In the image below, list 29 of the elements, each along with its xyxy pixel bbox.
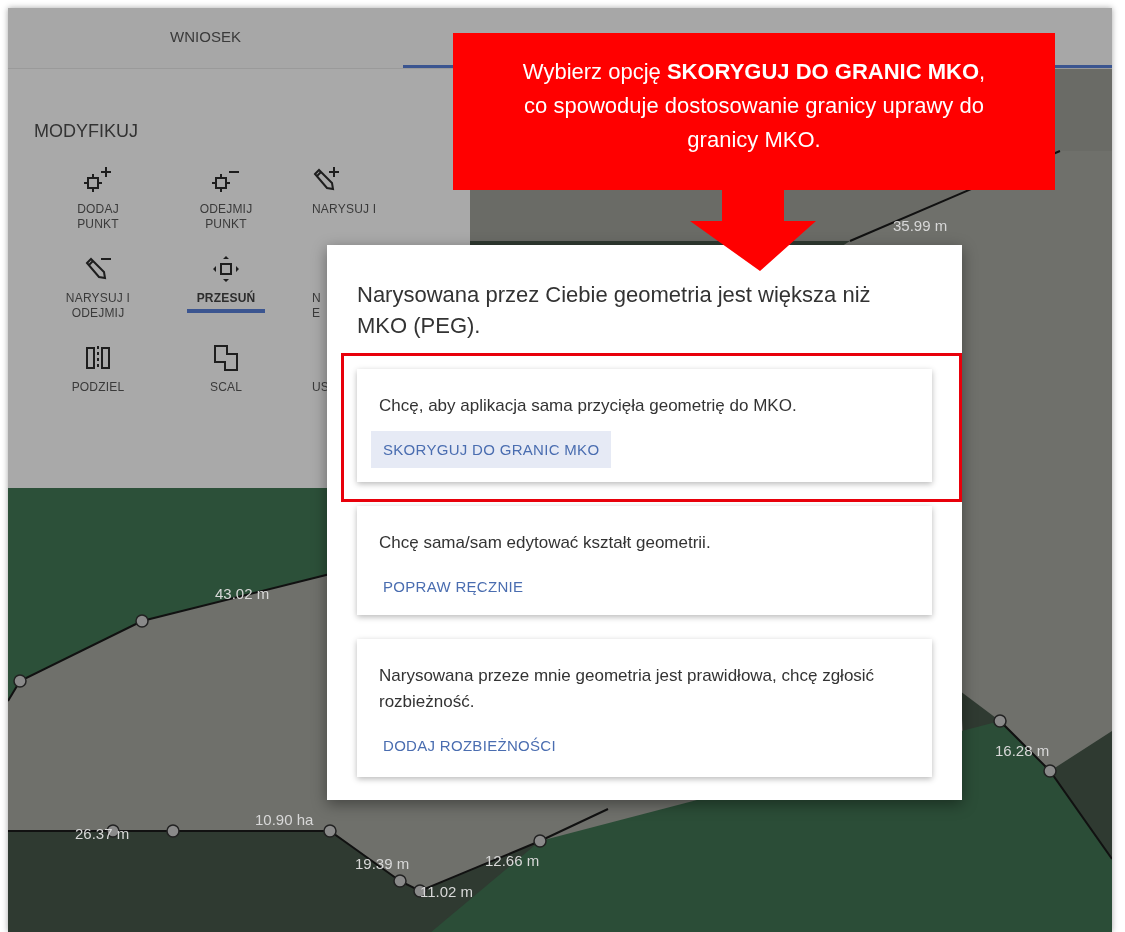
tool-button[interactable]: N E — [312, 291, 321, 328]
split-icon — [84, 344, 112, 372]
action-button[interactable]: DODAJ ROZBIEŻNOŚCI — [371, 727, 568, 764]
tool-button[interactable]: SCAL — [209, 380, 243, 402]
map-measurement-label: 43.02 m — [215, 585, 270, 602]
option-text: Chcę, aby aplikacja sama przycięła geometrię do MKO. — [379, 395, 798, 417]
map-measurement-label: 10.90 ha — [255, 811, 314, 828]
dialog-title: Narysowana przez Ciebie geometria jest większa niż MKO (PEG). — [357, 281, 872, 340]
merge-icon — [212, 344, 240, 372]
tool-button[interactable]: PODZIEL — [71, 380, 125, 402]
map-measurement-label: 19.39 m — [355, 855, 410, 872]
callout-text: Wybierz opcję SKORYGUJ DO GRANIC MKO, co spowoduje dostosowanie granicy uprawy do granicy MKO. — [521, 57, 987, 154]
action-button[interactable]: POPRAW RĘCZNIE — [371, 568, 536, 605]
map-measurement-label: 11.02 m — [420, 883, 474, 900]
action-button[interactable]: SKORYGUJ DO GRANIC MKO — [371, 431, 612, 468]
tool-button[interactable]: NARYSUJ I — [312, 202, 377, 224]
map-measurement-label: 26.37 m — [75, 825, 130, 842]
tool-button[interactable]: ODEJMIJ PUNKT — [199, 202, 253, 239]
option-text: Narysowana przeze mnie geometria jest prawidłowa, chcę zgłosić rozbieżność. — [379, 665, 876, 713]
map-measurement-label: 12.66 m — [485, 852, 540, 869]
add-point-icon — [84, 166, 112, 194]
tool-button[interactable]: PRZESUŃ — [187, 291, 265, 313]
map-measurement-label: 16.28 m — [995, 742, 1050, 759]
move-icon — [212, 255, 240, 283]
option-text: Chcę sama/sam edytować kształt geometrii. — [379, 532, 712, 554]
tool-button[interactable]: NARYSUJ I ODEJMIJ — [65, 291, 131, 328]
panel-title: MODYFIKUJ — [34, 121, 139, 142]
tool-button[interactable]: DODAJ PUNKT — [77, 202, 119, 239]
map-measurement-label: 35.99 m — [893, 217, 948, 234]
